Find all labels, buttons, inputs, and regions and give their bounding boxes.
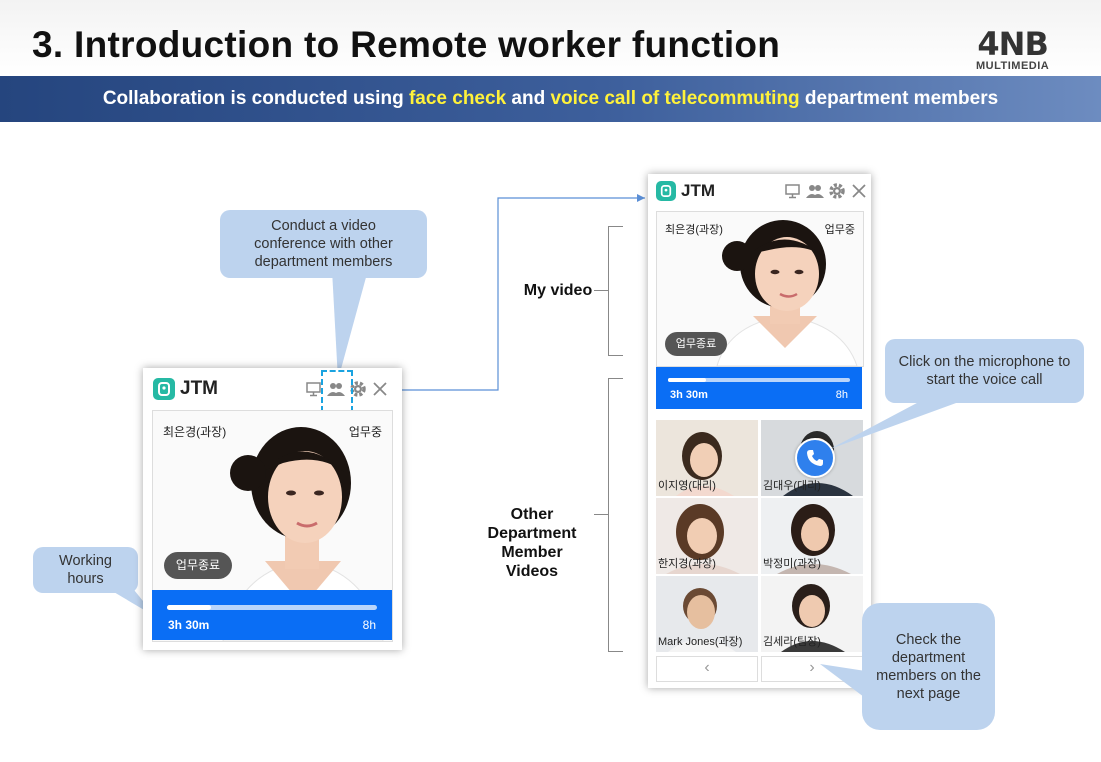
end-work-button[interactable]: 업무종료 (665, 332, 727, 356)
working-hours-bar: 3h 30m 8h (152, 590, 392, 640)
jtm-logo: JTM (656, 181, 715, 201)
prev-page-button[interactable]: ‹ (656, 656, 758, 682)
close-icon[interactable] (850, 182, 868, 200)
member-video-tile[interactable]: 박정미(과장) (761, 498, 863, 574)
monitor-icon[interactable] (784, 182, 802, 200)
my-user-name: 최은경(과장) (665, 224, 723, 236)
jtm-widget-small: JTM 최은경(과장) 업무중 업무종료 3h 30m 8h (143, 368, 402, 650)
bracket-tick-other-videos (594, 514, 608, 515)
close-icon[interactable] (371, 380, 389, 398)
member-name: 김세라(팀장) (763, 636, 821, 648)
work-status: 업무중 (348, 425, 382, 439)
callout-pointer-microphone (830, 395, 978, 449)
highlight-frame (321, 370, 353, 412)
member-name: 이지영(대리) (658, 480, 716, 492)
callout-video-conference: Conduct a video conference with other de… (220, 210, 427, 278)
member-name: 박정미(과장) (763, 558, 821, 570)
member-video-tile[interactable]: 이지영(대리) (656, 420, 758, 496)
progress-fill (668, 378, 707, 382)
callout-microphone-text: Click on the microphone to start the voi… (898, 354, 1071, 388)
elapsed-time: 3h 30m (670, 389, 708, 401)
work-status: 업무중 (824, 224, 855, 236)
callout-pointer-video-conference (332, 270, 368, 380)
callout-microphone: Click on the microphone to start the voi… (885, 339, 1084, 403)
member-name: 김대우(대리) (763, 480, 821, 492)
jtm-logo-icon (656, 181, 676, 201)
callout-working-hours-text: Working hours (59, 553, 112, 587)
bracket-other-videos (608, 378, 623, 652)
callout-next-page: Check the department members on the next… (862, 603, 995, 730)
toolbar (301, 370, 389, 412)
progress-track (167, 605, 377, 610)
callout-next-page-text: Check the department members on the next… (876, 631, 981, 702)
end-work-button[interactable]: 업무종료 (164, 552, 232, 579)
callout-working-hours: Working hours (33, 547, 138, 593)
elapsed-time: 3h 30m (168, 618, 210, 632)
toolbar (780, 182, 868, 200)
bracket-my-video (608, 226, 623, 356)
member-name: 한지경(과장) (658, 558, 716, 570)
callout-video-conference-text: Conduct a video conference with other de… (254, 218, 393, 270)
my-user-name: 최은경(과장) (163, 425, 227, 439)
member-video-tile[interactable]: Mark Jones(과장) (656, 576, 758, 652)
jtm-logo-icon (153, 378, 175, 400)
group-video-icon[interactable] (321, 370, 353, 412)
progress-track (668, 378, 850, 382)
label-my-video: My video (523, 282, 593, 299)
group-video-icon[interactable] (806, 182, 824, 200)
jtm-app-name: JTM (180, 378, 218, 399)
member-video-tile[interactable]: 김세라(팀장) (761, 576, 863, 652)
jtm-logo: JTM (153, 378, 218, 400)
member-name: Mark Jones(과장) (658, 636, 743, 648)
progress-fill (167, 605, 212, 610)
label-other-videos: Other Department Member Videos (487, 506, 577, 580)
bracket-tick-my-video (594, 290, 608, 291)
target-time: 8h (362, 618, 376, 632)
member-video-tile[interactable]: 한지경(과장) (656, 498, 758, 574)
jtm-app-name: JTM (681, 181, 715, 200)
my-video: 최은경(과장) 업무중 업무종료 (656, 211, 864, 367)
gear-icon[interactable] (828, 182, 846, 200)
